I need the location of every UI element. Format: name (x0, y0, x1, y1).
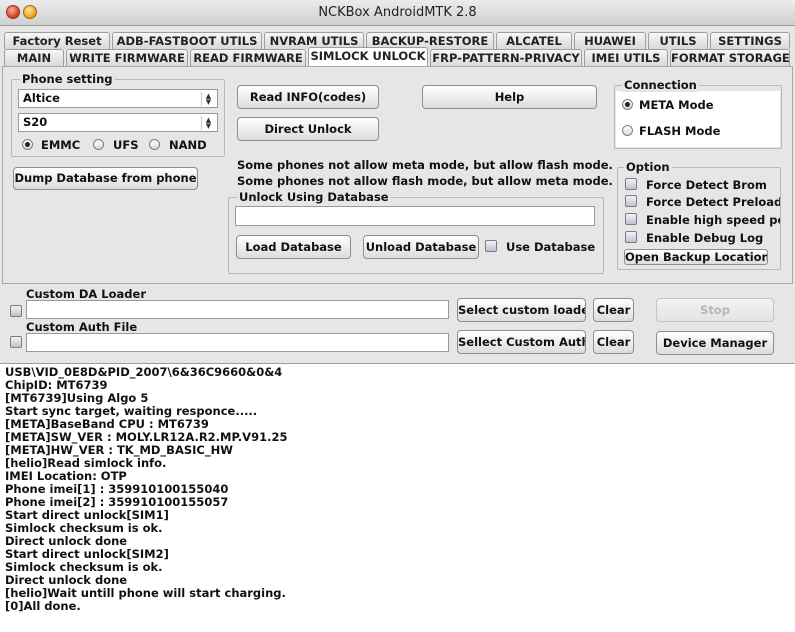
tab-frp-pattern-privacy[interactable]: FRP-PATTERN-PRIVACY (430, 49, 582, 66)
log-output[interactable]: USB\VID_0E8D&PID_2007\6&36C9660&0&4 Chip… (0, 363, 795, 632)
stepper-icon: ▲ ▼ (201, 92, 215, 106)
high-speed-port-checkbox[interactable] (625, 213, 637, 225)
meta-mode-label: META Mode (639, 98, 714, 112)
phone-setting-label: Phone setting (20, 72, 115, 86)
tab-settings[interactable]: SETTINGS (710, 32, 790, 49)
clear-auth-button[interactable]: Clear (593, 330, 634, 354)
select-custom-loader-button[interactable]: Select custom loader (457, 298, 586, 322)
tab-read-firmware[interactable]: READ FIRMWARE (190, 49, 306, 66)
stepper-icon: ▲ ▼ (201, 116, 215, 130)
debug-log-checkbox[interactable] (625, 231, 637, 243)
load-database-button[interactable]: Load Database (236, 235, 351, 259)
flash-mode-radio[interactable] (622, 125, 633, 136)
title-bar: NCKBox AndroidMTK 2.8 (0, 0, 795, 26)
direct-unlock-button[interactable]: Direct Unlock (237, 117, 379, 141)
storage-ufs-radio[interactable] (93, 139, 104, 150)
note-flash-mode: Some phones not allow flash mode, but al… (237, 174, 613, 188)
read-info-button[interactable]: Read INFO(codes) (237, 85, 379, 109)
open-backup-location-button[interactable]: Open Backup Location (624, 249, 768, 265)
option-label: Option (624, 160, 672, 174)
help-button[interactable]: Help (422, 85, 597, 109)
storage-emmc-label: EMMC (41, 138, 81, 152)
select-custom-auth-button[interactable]: Sellect Custom Auth (457, 330, 586, 354)
storage-nand-radio[interactable] (149, 139, 160, 150)
custom-auth-label: Custom Auth File (26, 320, 138, 334)
custom-da-loader-label: Custom DA Loader (26, 287, 146, 301)
brand-value: Altice (23, 91, 60, 105)
use-database-checkbox[interactable] (485, 240, 497, 252)
device-manager-button[interactable]: Device Manager (656, 331, 774, 355)
model-value: S20 (23, 115, 48, 129)
connection-label: Connection (622, 78, 699, 92)
note-meta-mode: Some phones not allow meta mode, but all… (237, 158, 613, 172)
debug-log-label: Enable Debug Log (646, 231, 764, 245)
high-speed-port-label: Enable high speed port (646, 213, 780, 227)
force-detect-brom-label: Force Detect Brom (646, 178, 767, 192)
window-title: NCKBox AndroidMTK 2.8 (318, 5, 477, 20)
tab-huawei[interactable]: HUAWEI (574, 32, 646, 49)
tab-imei-utils[interactable]: IMEI UTILS (584, 49, 668, 66)
model-select[interactable]: S20 ▲ ▼ (18, 113, 218, 132)
custom-auth-input[interactable] (26, 333, 449, 352)
tab-write-firmware[interactable]: WRITE FIRMWARE (66, 49, 188, 66)
force-detect-preloader-checkbox[interactable] (625, 195, 637, 207)
unload-database-button[interactable]: Unload Database (363, 235, 479, 259)
meta-mode-radio[interactable] (622, 99, 633, 110)
stop-button[interactable]: Stop (656, 298, 774, 322)
tab-simlock-unlock[interactable]: SIMLOCK UNLOCK (308, 47, 428, 66)
log-line: [0]All done. (5, 599, 81, 613)
storage-nand-label: NAND (169, 138, 207, 152)
unlock-db-label: Unlock Using Database (237, 190, 391, 204)
log-line: USB\VID_0E8D&PID_2007\6&36C9660&0&4 (5, 365, 283, 379)
tab-utils[interactable]: UTILS (648, 32, 708, 49)
clear-da-button[interactable]: Clear (593, 298, 634, 322)
tab-alcatel[interactable]: ALCATEL (496, 32, 572, 49)
dump-database-button[interactable]: Dump Database from phone (13, 167, 198, 190)
tab-adb-fastboot-utils[interactable]: ADB-FASTBOOT UTILS (112, 32, 262, 49)
force-detect-preloader-label: Force Detect Preloader (646, 195, 781, 209)
tab-main[interactable]: MAIN (4, 49, 64, 66)
tab-factory-reset[interactable]: Factory Reset (4, 32, 110, 49)
custom-da-checkbox[interactable] (10, 305, 22, 317)
force-detect-brom-checkbox[interactable] (625, 178, 637, 190)
brand-select[interactable]: Altice ▲ ▼ (18, 89, 218, 108)
flash-mode-label: FLASH Mode (639, 124, 721, 138)
storage-ufs-label: UFS (113, 138, 139, 152)
custom-auth-checkbox[interactable] (10, 336, 22, 348)
custom-da-input[interactable] (26, 300, 449, 319)
tab-format-storage[interactable]: FORMAT STORAGE (670, 49, 790, 66)
storage-emmc-radio[interactable] (22, 139, 33, 150)
log-line: [helio]Wait untill phone will start char… (5, 586, 286, 600)
option-group: Force Detect Brom Force Detect Preloader… (617, 167, 781, 270)
database-path-input[interactable] (235, 206, 595, 226)
use-database-label: Use Database (506, 240, 596, 254)
